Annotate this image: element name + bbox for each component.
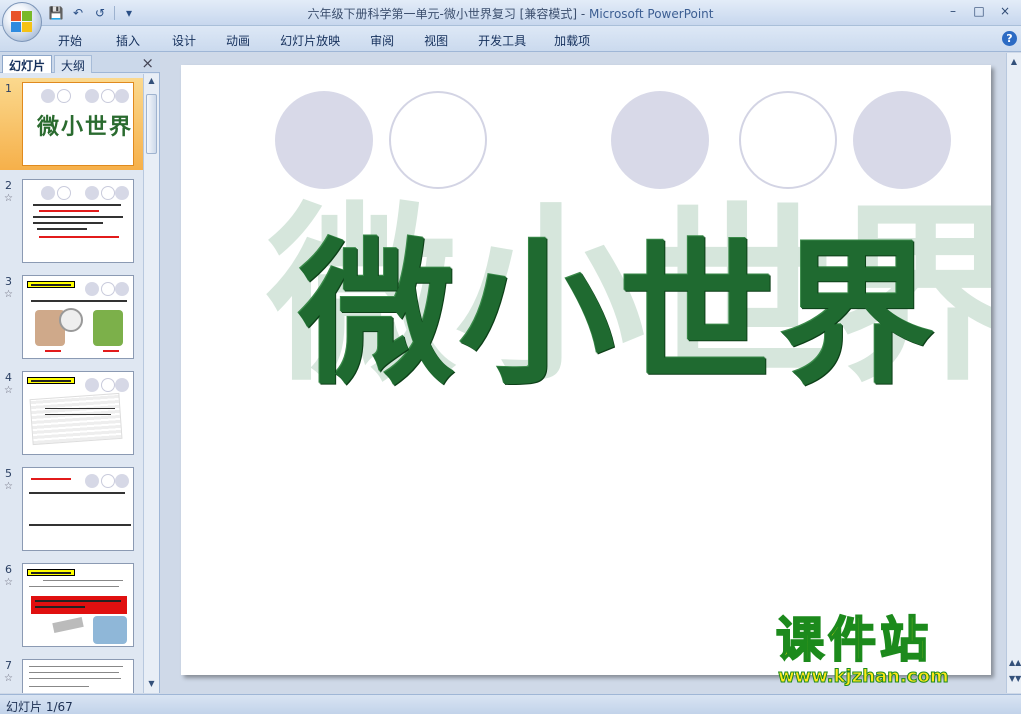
watermark-name: 课件站 — [775, 612, 933, 668]
slide-indicator: 幻灯片 1/67 — [6, 700, 73, 714]
slide-number: 7 — [5, 659, 12, 672]
office-logo-icon — [11, 11, 33, 33]
slide-number: 5 — [5, 467, 12, 480]
tab-addins[interactable]: 加载项 — [554, 30, 590, 51]
slide-editor: 微小世界 微小世界 — [161, 53, 1006, 693]
slide-thumbnail[interactable]: 3 ☆ — [0, 271, 144, 363]
title-bar: 💾 ↶ ↺ ▾ 六年级下册科学第一单元-微小世界复习 [兼容模式] - Micr… — [0, 0, 1021, 26]
help-icon[interactable]: ? — [1002, 31, 1017, 46]
thumbnail-preview — [22, 275, 134, 359]
slide-thumbnail[interactable]: 5 ☆ — [0, 463, 144, 555]
slide-thumbnail[interactable]: 6 ☆ — [0, 559, 144, 651]
thumbnail-title: 微小世界 — [37, 114, 134, 140]
slide-title[interactable]: 微小世界 — [299, 237, 939, 393]
animation-star-icon: ☆ — [4, 289, 13, 300]
watermark-url: www.kjzhan.com — [778, 666, 950, 688]
tab-insert[interactable]: 插入 — [116, 30, 140, 51]
tab-animation[interactable]: 动画 — [226, 30, 250, 51]
animation-star-icon: ☆ — [4, 385, 13, 396]
status-bar: 幻灯片 1/67 — [0, 694, 1021, 714]
animation-star-icon: ☆ — [4, 577, 13, 588]
watermark-logo: 课件站 www.kjzhan.com — [770, 612, 1010, 692]
tab-slideshow[interactable]: 幻灯片放映 — [280, 30, 340, 51]
thumbnail-preview — [22, 563, 134, 647]
decor-circle — [739, 91, 837, 189]
thumbnail-preview — [22, 467, 134, 551]
next-slide-icon[interactable]: ▼▼ — [1009, 674, 1021, 683]
current-slide[interactable]: 微小世界 微小世界 — [181, 65, 991, 675]
slide-thumbnail[interactable]: 7 ☆ — [0, 655, 144, 693]
panel-tabs: 幻灯片 大纲 × — [0, 53, 160, 73]
window-controls: – □ × — [941, 2, 1017, 20]
scroll-up-icon[interactable]: ▲ — [1009, 57, 1019, 66]
decor-circle — [275, 91, 373, 189]
tab-view[interactable]: 视图 — [424, 30, 448, 51]
tab-slides[interactable]: 幻灯片 — [2, 55, 53, 73]
document-title: 六年级下册科学第一单元-微小世界复习 [兼容模式] - — [307, 7, 589, 21]
thumbnail-preview: 微小世界 — [22, 82, 134, 166]
decor-circle — [389, 91, 487, 189]
slide-thumbnail[interactable]: 4 ☆ — [0, 367, 144, 459]
decor-circle — [611, 91, 709, 189]
ribbon-tabs: 开始 插入 设计 动画 幻灯片放映 审阅 视图 开发工具 加载项 — [58, 30, 590, 51]
office-button[interactable] — [2, 2, 42, 42]
app-name: Microsoft PowerPoint — [588, 7, 714, 21]
scroll-thumb[interactable] — [146, 94, 157, 154]
slide-number: 1 — [5, 82, 12, 95]
slide-number: 3 — [5, 275, 12, 288]
slide-number: 4 — [5, 371, 12, 384]
scroll-down-icon[interactable]: ▼ — [146, 679, 157, 691]
tab-review[interactable]: 审阅 — [370, 30, 394, 51]
slide-number: 2 — [5, 179, 12, 192]
thumbnail-preview — [22, 371, 134, 455]
window-title: 六年级下册科学第一单元-微小世界复习 [兼容模式] - Microsoft Po… — [0, 5, 1021, 22]
previous-slide-icon[interactable]: ▲▲ — [1009, 658, 1021, 667]
tab-outline[interactable]: 大纲 — [54, 55, 93, 73]
scroll-up-icon[interactable]: ▲ — [146, 76, 157, 88]
slides-panel: 幻灯片 大纲 × 1 微小世界 2 ☆ 3 ☆ 4 ☆ 5 ☆ 6 ☆ 7 ☆ … — [0, 53, 160, 693]
minimize-button[interactable]: – — [941, 2, 965, 20]
close-button[interactable]: × — [993, 2, 1017, 20]
tab-home[interactable]: 开始 — [58, 30, 82, 51]
thumbnail-scrollbar[interactable]: ▲ ▼ — [143, 74, 159, 693]
slide-thumbnail[interactable]: 1 微小世界 — [0, 78, 144, 170]
slide-number: 6 — [5, 563, 12, 576]
animation-star-icon: ☆ — [4, 193, 13, 204]
thumbnail-preview — [22, 659, 134, 693]
thumbnail-preview — [22, 179, 134, 263]
editor-scrollbar[interactable]: ▲ ▲▲ ▼▼ — [1006, 53, 1021, 693]
maximize-button[interactable]: □ — [967, 2, 991, 20]
tab-design[interactable]: 设计 — [172, 30, 196, 51]
animation-star-icon: ☆ — [4, 481, 13, 492]
tab-developer[interactable]: 开发工具 — [478, 30, 526, 51]
slide-thumbnail[interactable]: 2 ☆ — [0, 175, 144, 267]
thumbnail-list: 1 微小世界 2 ☆ 3 ☆ 4 ☆ 5 ☆ 6 ☆ 7 ☆ — [0, 74, 144, 693]
panel-close-icon[interactable]: × — [141, 54, 154, 72]
animation-star-icon: ☆ — [4, 673, 13, 684]
ribbon: 开始 插入 设计 动画 幻灯片放映 审阅 视图 开发工具 加载项 ? — [0, 26, 1021, 52]
decor-circle — [853, 91, 951, 189]
